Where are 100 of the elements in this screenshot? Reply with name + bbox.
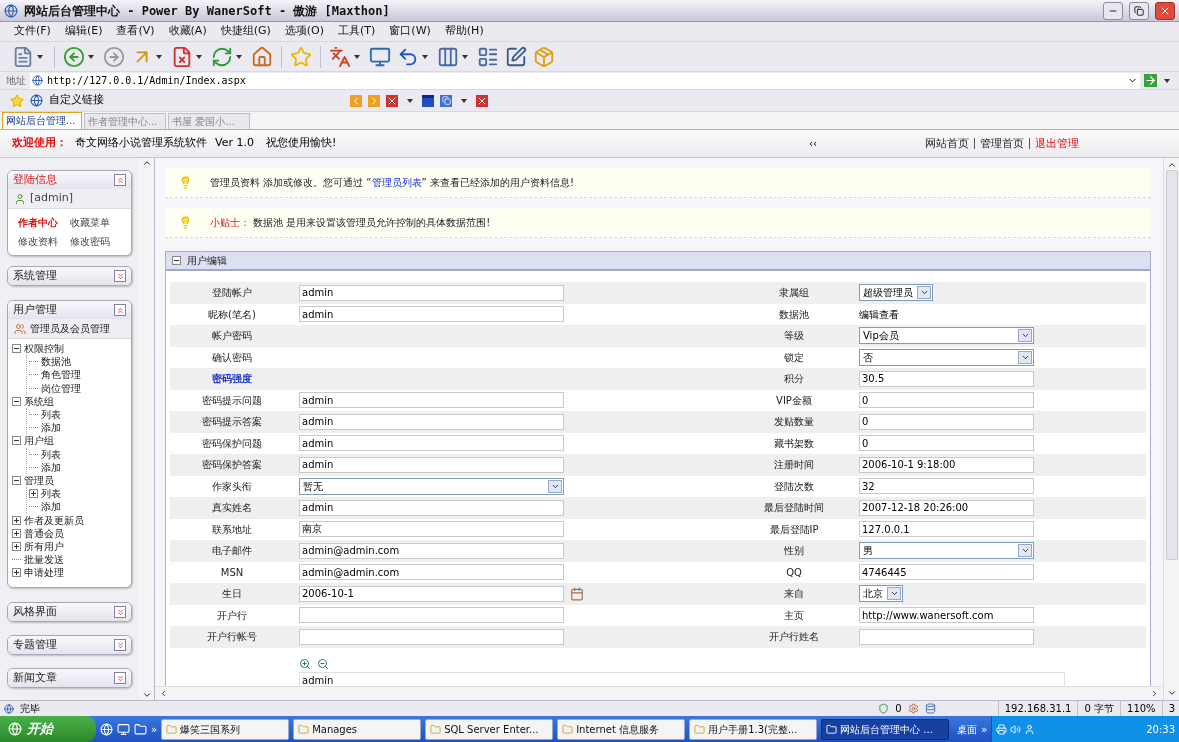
minus-box-icon[interactable] (12, 436, 21, 446)
text-input[interactable]: 32 (859, 478, 1034, 495)
dropdown[interactable]: 否 (859, 348, 1034, 366)
tree-item[interactable]: 岗位管理 (41, 380, 81, 396)
menu-item[interactable]: 快捷组(G) (220, 23, 271, 40)
text-input[interactable]: 2006-10-1 9:18:00 (859, 456, 1034, 473)
go-icon[interactable] (1144, 74, 1157, 87)
dropdown[interactable]: 北京 (859, 585, 903, 603)
menu-item[interactable]: 选项(O) (284, 23, 325, 40)
panel-link[interactable]: 修改资料 (18, 234, 70, 249)
plus-box-icon[interactable] (12, 541, 21, 551)
close-all-icon[interactable] (476, 94, 488, 107)
dropdown[interactable]: Vip会员 (859, 327, 1034, 345)
text-input[interactable] (299, 607, 564, 624)
tree-item[interactable]: 作者及更新员 (24, 512, 84, 528)
header-link[interactable]: 管理首页 (980, 137, 1024, 150)
star-icon[interactable] (10, 93, 24, 108)
close-icon[interactable] (386, 94, 398, 107)
minus-box-icon[interactable] (12, 344, 21, 354)
scroll-down-icon[interactable] (141, 690, 152, 700)
forward-icon[interactable] (103, 45, 125, 68)
date-input[interactable]: 2006-10-1 (299, 585, 564, 602)
minus-box-icon[interactable] (12, 396, 21, 406)
stop-icon[interactable] (171, 45, 193, 68)
monitor-icon[interactable] (369, 45, 391, 68)
text-input[interactable] (859, 628, 1034, 645)
text-input[interactable] (299, 628, 564, 645)
taskbar-button[interactable]: Manages (293, 718, 422, 740)
menu-item[interactable]: 帮助(H) (444, 23, 484, 40)
restore-icon[interactable] (1134, 5, 1144, 16)
zoom-in-icon[interactable] (299, 657, 311, 670)
globe-icon[interactable] (8, 722, 22, 736)
quick-launch-more[interactable]: » (151, 721, 158, 737)
plus-box-icon[interactable] (29, 489, 38, 499)
links-link[interactable]: 自定义链接 (49, 92, 104, 109)
text-input[interactable]: admin (299, 499, 564, 516)
tree-item[interactable]: 列表 (41, 446, 61, 462)
tree-item[interactable]: 添加 (41, 459, 61, 475)
browser-icon[interactable] (100, 722, 113, 736)
dropdown-arrow-icon[interactable] (1164, 78, 1170, 83)
menu-item[interactable]: 收藏(A) (168, 23, 207, 40)
restore-button[interactable] (1129, 1, 1149, 20)
zoom-out-icon[interactable] (317, 657, 329, 670)
header-link[interactable]: 退出管理 (1035, 137, 1079, 150)
calendar-icon[interactable] (570, 586, 584, 601)
gear-icon[interactable] (907, 703, 919, 714)
taskbar-button[interactable]: SQL Server Enter... (425, 718, 554, 740)
taskbar-button[interactable]: 爆笑三国系列 (161, 718, 290, 740)
scroll-right-icon[interactable] (1150, 689, 1159, 698)
address-field[interactable]: http://127.0.0.1/Admin/Index.aspx (30, 72, 1140, 89)
dropdown[interactable]: 男 (859, 542, 1034, 560)
text-input[interactable]: 30.5 (859, 370, 1034, 387)
dropdown-arrow-icon[interactable] (156, 54, 162, 59)
text-input[interactable]: 南京 (299, 521, 564, 538)
panel-link[interactable]: 修改密码 (69, 234, 122, 249)
text-input[interactable]: admin (299, 284, 564, 301)
text-input[interactable]: admin (299, 306, 564, 323)
plus-box-icon[interactable] (12, 568, 21, 578)
minus-box-icon[interactable] (12, 475, 21, 485)
dropdown-arrow-icon[interactable] (196, 54, 202, 59)
dropdown[interactable]: 暂无 (299, 477, 564, 495)
panel-link[interactable]: 作者中心 (18, 215, 70, 230)
tree-item[interactable]: 列表 (41, 407, 61, 423)
dropdown[interactable]: 超级管理员 (859, 284, 933, 302)
desktop-icon[interactable] (117, 722, 130, 736)
menu-item[interactable]: 窗口(W) (389, 23, 431, 40)
scroll-down-icon[interactable] (1166, 688, 1177, 698)
plus-box-icon[interactable] (12, 528, 21, 538)
scrollbar[interactable] (1163, 158, 1179, 700)
horizontal-scrollbar[interactable] (155, 686, 1163, 700)
home-icon[interactable] (251, 45, 273, 68)
dropdown-arrow-icon[interactable] (236, 54, 242, 59)
tree-item[interactable]: 角色管理 (41, 367, 81, 383)
printer-icon[interactable] (996, 723, 1008, 735)
text-input[interactable]: http://www.wanersoft.com (859, 607, 1034, 624)
tree-item[interactable]: 管理员 (24, 472, 54, 488)
tree-item[interactable]: 列表 (41, 486, 61, 502)
tree-item[interactable]: 系统组 (24, 393, 54, 409)
notice-link[interactable]: 管理员列表 (371, 177, 422, 188)
columns-icon[interactable] (437, 45, 459, 68)
tree-item[interactable]: 申请处理 (24, 565, 64, 581)
taskbar-button[interactable]: 网站后台管理中心 ... (821, 718, 950, 740)
speaker-icon[interactable] (1010, 723, 1022, 735)
tree-item[interactable]: 权限控制 (24, 341, 64, 357)
dropdown-arrow-icon[interactable] (37, 54, 43, 59)
text-input[interactable]: 0 (859, 413, 1034, 430)
close-button[interactable] (1155, 1, 1175, 20)
dropdown-arrow-icon[interactable] (422, 54, 428, 59)
scroll-up-icon[interactable] (141, 158, 152, 168)
text-input[interactable]: 4746445 (859, 564, 1034, 581)
browser-tab[interactable]: 网站后台管理... (2, 112, 82, 129)
minimize-button[interactable] (1103, 1, 1123, 20)
text-input[interactable]: admin (299, 392, 564, 409)
tree-item[interactable]: 批量发送 (24, 552, 64, 568)
text-input[interactable]: 2007-12-18 20:26:00 (859, 499, 1034, 516)
edit-icon[interactable] (505, 45, 527, 68)
dropdown-arrow-icon[interactable] (88, 54, 94, 59)
scrollbar[interactable] (139, 158, 154, 700)
taskbar-button[interactable]: Internet 信息服务 (557, 718, 686, 740)
database-icon[interactable] (924, 703, 936, 714)
